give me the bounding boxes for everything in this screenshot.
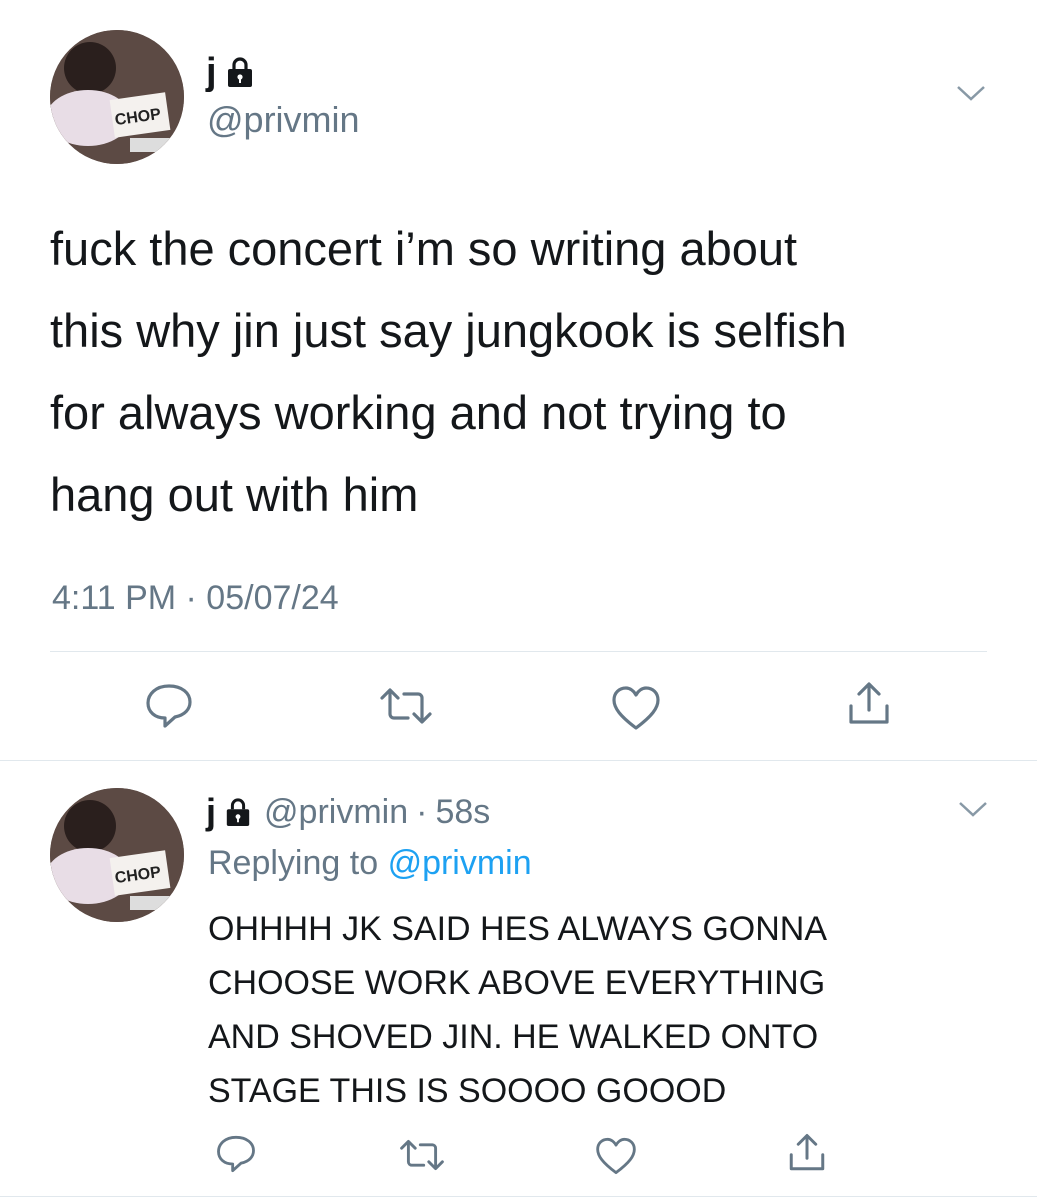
handle[interactable]: @privmin xyxy=(264,790,408,834)
reply-icon[interactable] xyxy=(143,682,195,730)
display-name[interactable]: j xyxy=(206,50,217,94)
display-name[interactable]: j xyxy=(206,790,216,834)
heart-icon[interactable] xyxy=(610,684,662,732)
avatar-image: CHOP xyxy=(50,30,184,164)
avatar-image: CHOP xyxy=(50,788,184,922)
reply-icon[interactable] xyxy=(214,1134,258,1174)
timestamp[interactable]: 4:11 PM · 05/07/24 xyxy=(52,578,339,618)
retweet-icon[interactable] xyxy=(398,1138,446,1172)
chevron-down-icon[interactable] xyxy=(958,800,988,818)
tweet-text-line: for always working and not trying to xyxy=(50,386,787,439)
share-icon[interactable] xyxy=(786,1132,828,1174)
share-icon[interactable] xyxy=(845,680,893,728)
tweet-text: OHHHH JK SAID HES ALWAYS GONNA CHOOSE WO… xyxy=(208,902,827,1118)
tweet-text-line: CHOOSE WORK ABOVE EVERYTHING xyxy=(208,964,826,1002)
lock-icon xyxy=(226,798,250,826)
tweet-text-line: this why jin just say jungkook is selfis… xyxy=(50,304,847,357)
replying-to-handle[interactable]: @privmin xyxy=(388,844,532,882)
heart-icon[interactable] xyxy=(594,1136,638,1176)
divider xyxy=(50,651,987,652)
tweet-text-line: fuck the concert i’m so writing about xyxy=(50,222,798,275)
lock-icon xyxy=(227,57,252,87)
bottom-divider xyxy=(0,1196,1037,1197)
tweet-separator xyxy=(0,760,1037,761)
avatar[interactable]: CHOP xyxy=(50,30,184,164)
tweet-text: fuck the concert i’m so writing about th… xyxy=(50,208,847,536)
tweet-text-line: hang out with him xyxy=(50,468,419,521)
handle[interactable]: @privmin xyxy=(207,100,360,140)
tweet-text-line: AND SHOVED JIN. HE WALKED ONTO xyxy=(208,1018,819,1056)
tweet-text-line: STAGE THIS IS SOOOO GOOOD xyxy=(208,1072,727,1110)
replying-to: Replying to @privmin xyxy=(208,842,532,884)
tweet-age[interactable]: 58s xyxy=(435,790,490,834)
tweet-text-line: OHHHH JK SAID HES ALWAYS GONNA xyxy=(208,910,828,948)
chevron-down-icon[interactable] xyxy=(956,84,986,102)
retweet-icon[interactable] xyxy=(378,686,434,726)
avatar[interactable]: CHOP xyxy=(50,788,184,922)
separator-dot: · xyxy=(416,793,428,831)
replying-to-label: Replying to xyxy=(208,844,379,882)
